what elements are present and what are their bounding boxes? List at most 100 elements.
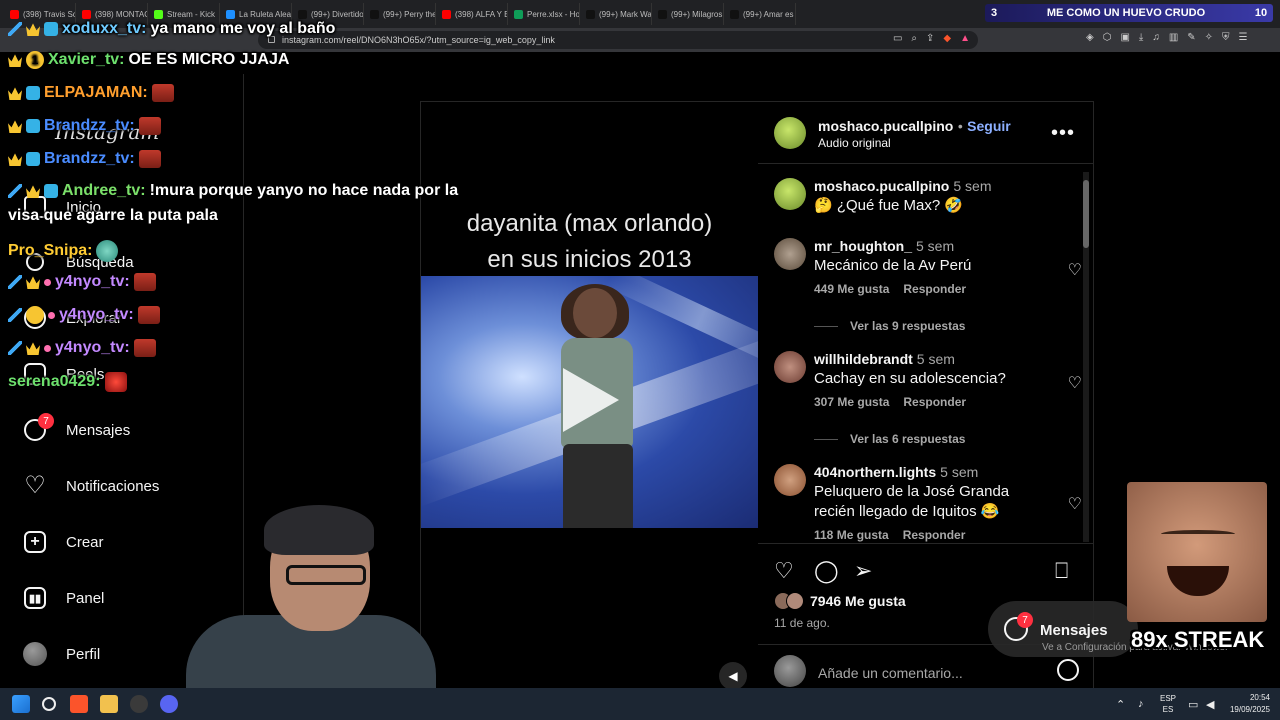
comment-username[interactable]: moshaco.pucallpino xyxy=(814,178,949,194)
reply-button[interactable]: Responder xyxy=(903,528,966,542)
nav-item-notificaciones[interactable]: ♡ Notificaciones xyxy=(22,466,159,506)
scrollbar-thumb[interactable] xyxy=(1083,180,1089,248)
nav-item-perfil[interactable]: Perfil xyxy=(22,634,100,674)
comment-like-icon[interactable]: ♡ xyxy=(1068,494,1082,514)
browser-tab[interactable]: (99+) Amar es c xyxy=(724,3,796,25)
download-icon[interactable]: ⤓ xyxy=(1139,32,1143,43)
screenshot-icon[interactable]: ▣ xyxy=(1120,32,1129,43)
author-username[interactable]: moshaco.pucallpino xyxy=(818,118,953,134)
comment-likes[interactable]: 449 Me gusta xyxy=(814,282,889,296)
commenter-avatar[interactable] xyxy=(774,464,806,496)
more-options-icon[interactable]: ••• xyxy=(1051,122,1075,145)
browser-tab[interactable]: Perre.xlsx - Hoj xyxy=(508,3,580,25)
brave-rewards-icon[interactable]: ▲ xyxy=(960,33,970,44)
reply-button[interactable]: Responder xyxy=(903,282,966,296)
emoji-icon[interactable] xyxy=(1057,659,1079,681)
play-icon[interactable] xyxy=(563,368,619,432)
browser-tab[interactable]: (99+) Perry the xyxy=(364,3,436,25)
commenter-avatar[interactable] xyxy=(774,178,806,210)
discord-icon[interactable] xyxy=(160,695,178,713)
comment-like-icon[interactable]: ♡ xyxy=(1068,260,1082,280)
menu-icon[interactable]: ☰ xyxy=(1239,32,1248,43)
comment-username[interactable]: 404northern.lights xyxy=(814,464,936,480)
obs-icon[interactable] xyxy=(130,695,148,713)
likes-count[interactable]: 7946 Me gusta xyxy=(810,593,906,609)
share-send-icon[interactable]: ➢ xyxy=(854,558,872,584)
comment-like-icon[interactable]: ♡ xyxy=(1068,373,1082,393)
tab-label: Perre.xlsx - Hoj xyxy=(527,9,580,19)
comment-likes[interactable]: 118 Me gusta xyxy=(814,528,889,542)
commenter-avatar[interactable] xyxy=(774,351,806,383)
emote-icon xyxy=(133,273,156,291)
sidebar-toggle-icon[interactable]: ▥ xyxy=(1169,32,1178,43)
puzzle-icon[interactable]: ✎ xyxy=(1187,32,1195,43)
video-caption-line2: en sus inicios 2013 xyxy=(487,246,692,273)
gift-count-badge: 1 xyxy=(26,51,44,69)
wallet-icon[interactable]: ⬡ xyxy=(1103,32,1112,43)
windows-start-icon[interactable] xyxy=(12,695,30,713)
circle-badge-icon xyxy=(26,306,44,324)
tab-label: (99+) Amar es c xyxy=(743,9,796,19)
audio-label[interactable]: Audio original xyxy=(818,136,1011,150)
clock[interactable]: 20:54 19/09/2025 xyxy=(1230,692,1270,716)
browser-tab[interactable]: (99+) Milagros xyxy=(652,3,724,25)
comment-input[interactable]: Añade un comentario... xyxy=(818,665,963,681)
badge-icon xyxy=(8,275,22,289)
brave-browser-icon[interactable] xyxy=(70,695,88,713)
author-avatar[interactable] xyxy=(774,117,806,149)
address-bar[interactable]: instagram.com/reel/DNO6N3hO65x/?utm_sour… xyxy=(258,31,978,49)
reply-button[interactable]: Responder xyxy=(903,395,966,409)
crown-icon xyxy=(8,153,22,166)
comments-scrollbar[interactable] xyxy=(1083,172,1089,542)
browser-tab[interactable]: (99+) Mark Wal xyxy=(580,3,652,25)
comment-username[interactable]: mr_houghton_ xyxy=(814,238,912,254)
comment-age: 5 sem xyxy=(916,238,955,254)
zoom-icon[interactable]: ⌕ xyxy=(911,33,917,44)
like-heart-icon[interactable]: ♡ xyxy=(774,558,794,584)
tab-favicon-icon xyxy=(82,9,91,19)
music-icon[interactable]: ♫ xyxy=(1152,32,1160,43)
follow-button[interactable]: Seguir xyxy=(967,118,1011,134)
comment-username[interactable]: willhildebrandt xyxy=(814,351,913,367)
sub-badge-icon xyxy=(26,152,40,166)
plus-icon: + xyxy=(22,529,48,555)
streak-counter: 89x STREAK xyxy=(1131,627,1265,652)
brave-shield-icon[interactable]: ◆ xyxy=(943,33,951,44)
save-bookmark-icon[interactable]: ⎕ xyxy=(1055,558,1068,584)
speaker-icon[interactable]: ◀ xyxy=(1206,698,1214,711)
likes-row[interactable]: 7946 Me gusta xyxy=(774,592,906,610)
tray-chevron-icon[interactable]: ⌃ xyxy=(1116,698,1125,711)
commenter-avatar[interactable] xyxy=(774,238,806,270)
share-icon[interactable]: ⇪ xyxy=(926,33,934,44)
nav-label: Perfil xyxy=(66,645,101,663)
nav-item-crear[interactable]: + Crear xyxy=(22,522,104,562)
microphone-icon[interactable]: ♪ xyxy=(1138,698,1144,710)
comment-likes[interactable]: 307 Me gusta xyxy=(814,395,889,409)
post-header: moshaco.pucallpino • Seguir Audio origin… xyxy=(758,102,1093,164)
comment-icon[interactable]: ◯ xyxy=(814,558,839,584)
crown-icon xyxy=(26,276,40,289)
clock-time: 20:54 xyxy=(1249,693,1270,702)
bookmark-icon[interactable]: ✧ xyxy=(1205,32,1213,43)
chat-username: Xavier_tv: xyxy=(48,51,125,68)
volume-icon[interactable]: ◀ xyxy=(719,662,747,688)
tab-favicon-icon xyxy=(298,9,307,19)
reel-video[interactable]: dayanita (max orlando) en sus inicios 20… xyxy=(421,102,758,688)
file-explorer-icon[interactable] xyxy=(100,695,118,713)
view-replies-link[interactable]: Ver las 9 respuestas xyxy=(814,319,965,333)
goal-left-number: 3 xyxy=(990,7,998,19)
vpn-icon[interactable]: ⛨ xyxy=(1222,32,1230,43)
browser-tab[interactable]: (398) ALFA Y B xyxy=(436,3,508,25)
chat-username: Brandzz_tv: xyxy=(44,150,135,167)
nav-item-panel[interactable]: ▮▮ Panel xyxy=(22,578,104,618)
view-replies-link[interactable]: Ver las 6 respuestas xyxy=(814,432,965,446)
cast-icon[interactable]: ▭ xyxy=(893,33,902,44)
extension-icon[interactable]: ◈ xyxy=(1086,32,1094,43)
search-icon[interactable] xyxy=(42,697,56,711)
windows-taskbar: ⌃ ♪ ESP ES ▭ ◀ 20:54 19/09/2025 xyxy=(0,688,1280,720)
network-icon[interactable]: ▭ xyxy=(1188,698,1198,711)
chat-username: Brandzz_tv: xyxy=(44,117,135,134)
tab-favicon-icon xyxy=(370,9,379,19)
language-indicator[interactable]: ESP ES xyxy=(1160,693,1176,715)
nav-item-mensajes[interactable]: 7 Mensajes xyxy=(22,410,130,450)
